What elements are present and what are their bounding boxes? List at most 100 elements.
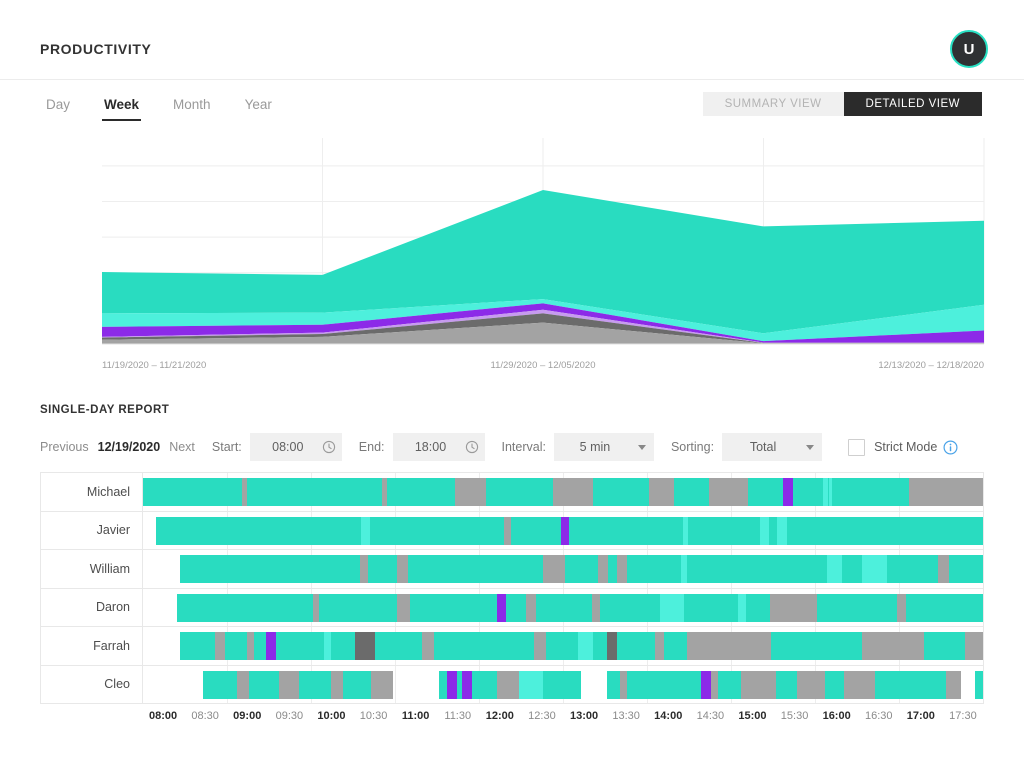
- next-day-button[interactable]: Next: [169, 440, 195, 454]
- timeline-segment[interactable]: [511, 517, 561, 545]
- interval-select[interactable]: 5 min: [554, 433, 654, 461]
- timeline-segment[interactable]: [688, 517, 760, 545]
- timeline-segment[interactable]: [771, 632, 862, 660]
- timeline-segment[interactable]: [909, 478, 983, 506]
- timeline-segment[interactable]: [769, 517, 777, 545]
- current-date-label[interactable]: 12/19/2020: [98, 440, 161, 454]
- timeline-segment[interactable]: [225, 632, 247, 660]
- timeline-segment[interactable]: [143, 478, 242, 506]
- timeline-segment[interactable]: [593, 632, 606, 660]
- avatar[interactable]: U: [950, 30, 988, 68]
- timeline-segment[interactable]: [607, 632, 617, 660]
- timeline-segment[interactable]: [497, 594, 505, 622]
- timeline-segment[interactable]: [439, 671, 447, 699]
- timeline-segment[interactable]: [946, 671, 961, 699]
- timeline-segment[interactable]: [875, 671, 946, 699]
- timeline-segment[interactable]: [598, 555, 608, 583]
- sorting-select[interactable]: Total: [722, 433, 822, 461]
- timeline-segment[interactable]: [254, 632, 266, 660]
- timeline-segment[interactable]: [504, 517, 511, 545]
- timeline-segment[interactable]: [787, 517, 983, 545]
- timeline-segment[interactable]: [617, 632, 656, 660]
- tab-month[interactable]: Month: [171, 94, 213, 121]
- timeline-segment[interactable]: [266, 632, 276, 660]
- tab-year[interactable]: Year: [243, 94, 274, 121]
- timeline-segment[interactable]: [938, 555, 950, 583]
- timeline-segment[interactable]: [313, 594, 320, 622]
- timeline-segment[interactable]: [569, 517, 683, 545]
- timeline-segment[interactable]: [331, 632, 355, 660]
- timeline-segment[interactable]: [817, 594, 898, 622]
- info-icon[interactable]: [943, 440, 958, 455]
- timeline-segment[interactable]: [447, 671, 457, 699]
- timeline-segment[interactable]: [360, 555, 368, 583]
- timeline-segment[interactable]: [410, 594, 450, 622]
- timeline-segment[interactable]: [422, 632, 434, 660]
- timeline-segment[interactable]: [543, 671, 582, 699]
- timeline-segment[interactable]: [397, 594, 410, 622]
- timeline-segment[interactable]: [592, 594, 600, 622]
- timeline-segment[interactable]: [748, 478, 783, 506]
- timeline-segment[interactable]: [649, 478, 674, 506]
- timeline-segment[interactable]: [578, 632, 593, 660]
- timeline-segment[interactable]: [279, 671, 299, 699]
- timeline-segment[interactable]: [370, 517, 504, 545]
- timeline-segment[interactable]: [862, 555, 887, 583]
- timeline-segment[interactable]: [655, 632, 663, 660]
- timeline-segment[interactable]: [180, 632, 215, 660]
- timeline-segment[interactable]: [718, 671, 742, 699]
- view-toggle-summary[interactable]: SUMMARY VIEW: [703, 92, 844, 116]
- timeline-segment[interactable]: [701, 671, 711, 699]
- timeline-segment[interactable]: [368, 555, 397, 583]
- timeline-segment[interactable]: [593, 478, 648, 506]
- strict-mode-checkbox[interactable]: [848, 439, 865, 456]
- timeline-segment[interactable]: [486, 478, 553, 506]
- timeline-segment[interactable]: [299, 671, 331, 699]
- timeline-segment[interactable]: [687, 555, 826, 583]
- timeline-segment[interactable]: [776, 671, 796, 699]
- timeline-segment[interactable]: [738, 594, 746, 622]
- timeline-segment[interactable]: [827, 555, 842, 583]
- previous-day-button[interactable]: Previous: [40, 440, 89, 454]
- timeline-segment[interactable]: [627, 671, 701, 699]
- end-time-input[interactable]: 18:00: [393, 433, 485, 461]
- timeline-segment[interactable]: [862, 632, 924, 660]
- timeline-segment[interactable]: [156, 517, 361, 545]
- timeline-segment[interactable]: [897, 594, 905, 622]
- timeline-segment[interactable]: [506, 671, 519, 699]
- timeline-segment[interactable]: [203, 671, 237, 699]
- timeline-segment[interactable]: [543, 555, 565, 583]
- start-time-input[interactable]: 08:00: [250, 433, 342, 461]
- timeline-segment[interactable]: [906, 594, 983, 622]
- timeline-segment[interactable]: [660, 594, 684, 622]
- view-toggle-detailed[interactable]: DETAILED VIEW: [844, 92, 982, 116]
- timeline-segment[interactable]: [684, 594, 738, 622]
- timeline-segment[interactable]: [825, 671, 843, 699]
- timeline-segment[interactable]: [681, 555, 688, 583]
- timeline-segment[interactable]: [793, 478, 823, 506]
- timeline-segment[interactable]: [519, 671, 543, 699]
- timeline-segment[interactable]: [565, 555, 599, 583]
- timeline-segment[interactable]: [924, 632, 964, 660]
- timeline-segment[interactable]: [247, 632, 254, 660]
- timeline-segment[interactable]: [472, 671, 497, 699]
- timeline-segment[interactable]: [770, 594, 817, 622]
- timeline-segment[interactable]: [546, 632, 578, 660]
- timeline-track[interactable]: [143, 666, 983, 704]
- timeline-segment[interactable]: [177, 594, 313, 622]
- timeline-segment[interactable]: [180, 555, 360, 583]
- timeline-segment[interactable]: [536, 594, 591, 622]
- timeline-segment[interactable]: [375, 632, 422, 660]
- timeline-track[interactable]: [143, 627, 983, 665]
- timeline-segment[interactable]: [741, 671, 776, 699]
- timeline-track[interactable]: [143, 473, 983, 511]
- tab-day[interactable]: Day: [44, 94, 72, 121]
- timeline-segment[interactable]: [620, 671, 627, 699]
- timeline-segment[interactable]: [797, 671, 826, 699]
- timeline-segment[interactable]: [215, 632, 225, 660]
- timeline-segment[interactable]: [526, 594, 536, 622]
- timeline-segment[interactable]: [408, 555, 542, 583]
- timeline-segment[interactable]: [237, 671, 249, 699]
- timeline-segment[interactable]: [844, 671, 876, 699]
- tab-week[interactable]: Week: [102, 94, 141, 121]
